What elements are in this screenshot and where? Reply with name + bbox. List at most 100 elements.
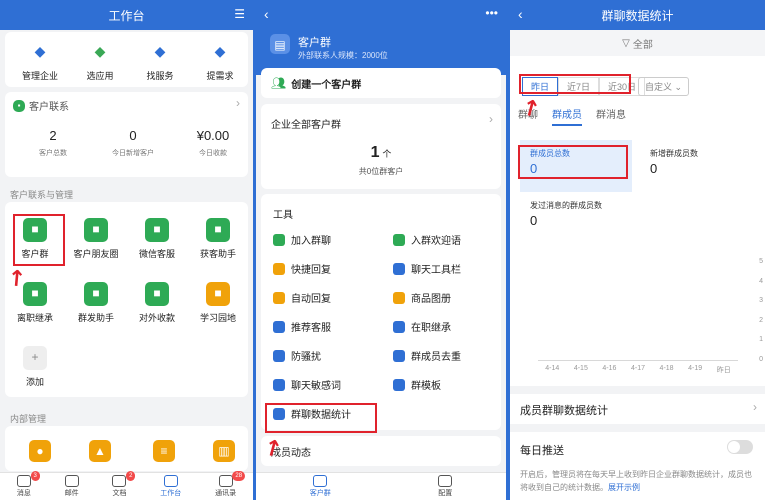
workbench-title: 工作台 bbox=[108, 8, 145, 23]
y-tick-label: 3 bbox=[759, 297, 763, 305]
divider bbox=[510, 386, 765, 394]
settings-icon[interactable]: ☰ bbox=[234, 7, 245, 21]
y-tick-label: 4 bbox=[759, 277, 763, 285]
shortcut-2[interactable]: ◆ 选应用 bbox=[70, 40, 130, 82]
back-icon[interactable]: ‹ bbox=[518, 6, 523, 22]
filter-label: 全部 bbox=[632, 39, 653, 51]
app-label: 对外收款 bbox=[138, 313, 175, 323]
group-stats-screen: ‹ 群聊数据统计 ▽ 全部 昨日 近7日 近30日 自定义 ⌄ 群聊 群成员 群消息 群… bbox=[510, 0, 765, 500]
tab-1[interactable]: 消息 3 bbox=[16, 471, 40, 498]
create-group-button[interactable]: 👥︎ 创建一个客户群 bbox=[261, 68, 501, 98]
trend-chart: 5 4 3 2 1 0 4-14 4-15 4-16 4-17 4-18 4-19 昨日 bbox=[518, 243, 763, 378]
tool-item[interactable]: 入群欢迎语 bbox=[393, 232, 461, 247]
contacts-card[interactable]: ▪ 客户联系 › 2 客户总数 0 今日新增客户 ¥0.00 今日收款 bbox=[5, 92, 248, 177]
top-shortcuts: ◆ 管理企业 ◆ 选应用 ◆ 找服务 ◆ 提需求 bbox=[5, 32, 248, 87]
tool-item[interactable]: 自动回复 bbox=[273, 290, 331, 305]
tool-icon bbox=[273, 291, 285, 304]
megaphone-icon: ■ bbox=[84, 282, 108, 306]
tool-item[interactable]: 群成员去重 bbox=[393, 348, 461, 363]
tool-icon bbox=[393, 378, 405, 391]
metric-new[interactable]: 新增群成员数 0 bbox=[646, 140, 758, 192]
internal-title: 内部管理 bbox=[10, 414, 47, 424]
app-yen[interactable]: ■ 对外收款 bbox=[127, 282, 187, 324]
workbench-header: 工作台 ☰ bbox=[0, 0, 253, 30]
more-icon[interactable]: ••• bbox=[485, 6, 498, 20]
chat-icon: ■ bbox=[145, 218, 169, 242]
tool-icon bbox=[273, 320, 285, 333]
x-tick-label: 4-14 bbox=[545, 365, 560, 372]
daily-push-toggle[interactable] bbox=[727, 440, 753, 454]
metric-active[interactable]: 发过消息的群成员数 0 bbox=[520, 192, 632, 237]
x-tick-label: 昨日 bbox=[716, 367, 731, 374]
chevron-right-icon[interactable]: › bbox=[753, 400, 757, 414]
tab-icon bbox=[218, 475, 233, 487]
tool-item[interactable]: 商品图册 bbox=[393, 290, 451, 305]
bolt-icon: ■ bbox=[206, 218, 230, 242]
tool-item[interactable]: 推荐客服 bbox=[273, 319, 331, 334]
user-card-icon[interactable]: ▲ bbox=[89, 440, 111, 462]
contacts-icon: ▪ bbox=[13, 99, 25, 112]
tab-4[interactable]: 工作台 bbox=[160, 475, 181, 498]
filter-bar[interactable]: ▽ 全部 bbox=[510, 30, 765, 56]
stats-tab-3[interactable]: 群消息 bbox=[596, 106, 626, 126]
tab-customer-group[interactable]: 客户群 bbox=[310, 475, 331, 498]
tool-item[interactable]: 聊天工具栏 bbox=[393, 261, 461, 276]
highlight-box bbox=[519, 74, 631, 94]
internal-card: ● ▲ ≡ ▥ bbox=[5, 426, 248, 471]
x-tick-label: 4-16 bbox=[602, 365, 617, 372]
shortcut-1[interactable]: ◆ 管理企业 bbox=[10, 40, 70, 82]
tool-item[interactable]: 快捷回复 bbox=[273, 261, 331, 276]
app-planet[interactable]: ■ 学习园地 bbox=[188, 282, 248, 324]
report-icon[interactable]: ≡ bbox=[153, 440, 175, 462]
aperture-icon: ■ bbox=[84, 218, 108, 242]
member-dynamic-row[interactable]: 成员动态 bbox=[261, 436, 501, 466]
tool-icon bbox=[393, 291, 405, 304]
tab-5[interactable]: 通讯录 28 bbox=[215, 471, 246, 498]
app-plus[interactable]: + 添加 bbox=[5, 346, 65, 388]
tools-card: 工具 加入群聊 入群欢迎语 快捷回复 聊天工具栏 自动回复 商品图册 推荐客服 在职继承 防骚扰… bbox=[261, 194, 501, 430]
custom-range-select[interactable]: 自定义 ⌄ bbox=[638, 77, 690, 96]
customer-group-screen: ‹ ••• ▤ 客户群 外部联系人规模：2000位 👥︎ 创建一个客户群 企业全… bbox=[256, 0, 506, 500]
chevron-right-icon: › bbox=[236, 96, 240, 110]
unread-badge: 2 bbox=[126, 471, 136, 481]
tab-3[interactable]: 文档 2 bbox=[112, 471, 136, 498]
shortcut-3[interactable]: ◆ 找服务 bbox=[130, 40, 190, 82]
y-tick-label: 1 bbox=[759, 336, 763, 344]
push-note: 开启后，管理员将在每天早上收到昨日企业群聊数据统计，成员也将收到自己的统计数据。… bbox=[520, 470, 752, 492]
calendar-icon[interactable]: ▥ bbox=[213, 440, 235, 462]
tab-2[interactable]: 邮件 bbox=[64, 475, 79, 498]
tool-item[interactable]: 群模板 bbox=[393, 377, 441, 392]
member-stats-title[interactable]: 成员群聊数据统计 bbox=[520, 402, 608, 418]
app-megaphone[interactable]: ■ 群发助手 bbox=[66, 282, 126, 324]
tab-icon bbox=[64, 475, 79, 487]
location-icon[interactable]: ● bbox=[29, 440, 51, 462]
tool-item[interactable]: 在职继承 bbox=[393, 319, 451, 334]
unread-badge: 28 bbox=[232, 471, 246, 481]
apps-icon: ◆ bbox=[94, 43, 106, 59]
tool-item[interactable]: 加入群聊 bbox=[273, 232, 331, 247]
all-groups-label: 企业全部客户群 bbox=[271, 120, 341, 131]
bottom-tabbar: 消息 3 邮件 文档 2 工作台 通讯录 28 bbox=[0, 471, 253, 500]
back-icon[interactable]: ‹ bbox=[264, 6, 269, 22]
group-header: ‹ ••• ▤ 客户群 外部联系人规模：2000位 bbox=[256, 0, 506, 75]
group-tab-icon bbox=[313, 475, 328, 487]
app-bolt[interactable]: ■ 获客助手 bbox=[188, 218, 248, 260]
contacts-title: 客户联系 bbox=[29, 102, 69, 113]
tab-config[interactable]: 配置 bbox=[438, 475, 453, 498]
highlight-box bbox=[265, 403, 377, 433]
stats-tab-2[interactable]: 群成员 bbox=[552, 106, 582, 126]
tool-item[interactable]: 聊天敏感词 bbox=[273, 377, 341, 392]
unread-badge: 3 bbox=[30, 471, 40, 481]
app-chat[interactable]: ■ 微信客服 bbox=[127, 218, 187, 260]
app-aperture[interactable]: ■ 客户朋友圈 bbox=[66, 218, 126, 260]
tab-icon bbox=[112, 475, 127, 487]
push-example-link[interactable]: 展开示例 bbox=[608, 483, 640, 492]
stats-title: 群聊数据统计 bbox=[601, 8, 674, 23]
all-groups-card[interactable]: 企业全部客户群 › 1 个 共0位群客户 bbox=[261, 104, 501, 189]
x-tick-label: 4-19 bbox=[688, 365, 703, 372]
tool-item[interactable]: 防骚扰 bbox=[273, 348, 321, 363]
x-tick-label: 4-17 bbox=[630, 365, 645, 372]
shortcut-4[interactable]: ◆ 提需求 bbox=[190, 40, 250, 82]
stat-1: 2 客户总数 bbox=[39, 128, 67, 157]
shortcut-label: 找服务 bbox=[146, 71, 174, 81]
